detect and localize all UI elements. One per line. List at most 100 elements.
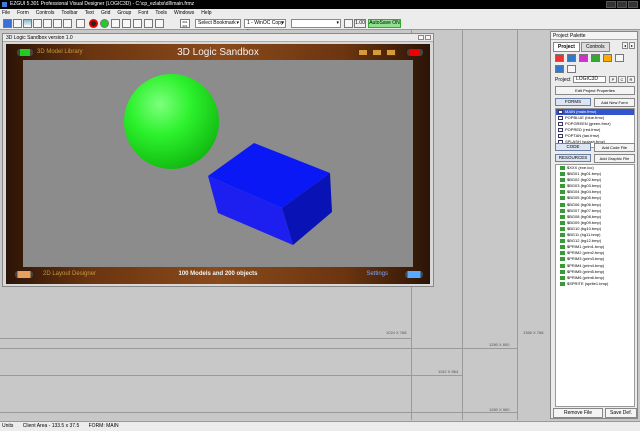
c-button[interactable]: C	[618, 76, 626, 83]
forms-list: MAIN (main.frmz) POPBLUE (blue.frmz) POP…	[555, 108, 635, 148]
new-project-icon[interactable]	[555, 54, 564, 62]
align-icon[interactable]	[63, 19, 72, 28]
menu-tools[interactable]: Tools	[155, 9, 167, 17]
window-title: EZGUI 5.301 Professional Visual Designer…	[10, 1, 195, 7]
minimize-button[interactable]	[606, 1, 616, 8]
bookmark-select[interactable]: Select Bookmark ▾	[195, 19, 241, 28]
save-icon[interactable]	[3, 19, 12, 28]
maximize-button[interactable]	[617, 1, 627, 8]
bitmap-icon	[560, 220, 565, 225]
properties-icon[interactable]	[155, 19, 164, 28]
code-icon[interactable]	[567, 65, 576, 73]
tab-project[interactable]: Project	[553, 42, 580, 52]
p-button[interactable]: P	[609, 76, 617, 83]
save-def-button[interactable]: Save Def.	[605, 408, 637, 418]
code-header[interactable]: CODE	[555, 143, 591, 151]
menu-controls[interactable]: Controls	[36, 9, 55, 17]
add-new-form-button[interactable]: Add New Form	[594, 98, 635, 107]
chevron-down-icon: ▾	[336, 20, 339, 26]
bitmap-icon	[560, 239, 565, 244]
menu-toolbar[interactable]: Toolbar	[61, 9, 77, 17]
images-icon[interactable]	[555, 65, 564, 73]
bitmap-icon	[560, 184, 565, 189]
project-name-field[interactable]: LOGIC3D	[573, 76, 606, 83]
add-code-file-button[interactable]: Add Code File	[594, 143, 635, 152]
save-project-icon[interactable]	[579, 54, 588, 62]
form-icon[interactable]	[33, 19, 42, 28]
minus-button[interactable]	[358, 49, 368, 56]
stretch-icon[interactable]	[76, 19, 85, 28]
font-icon[interactable]	[133, 19, 142, 28]
grid-icon[interactable]	[43, 19, 52, 28]
close-small-button[interactable]	[386, 49, 396, 56]
bitmap-icon	[560, 269, 565, 274]
play-icon[interactable]	[100, 19, 109, 28]
run-icon[interactable]	[603, 54, 612, 62]
resolution-label: 1280 X 800	[489, 342, 510, 347]
export-icon[interactable]	[615, 54, 624, 62]
window-style-select[interactable]: 1 - WinOC Copy - ▾	[244, 19, 286, 33]
zoom-icon[interactable]	[344, 19, 353, 28]
menu-group[interactable]: Group	[117, 9, 131, 17]
form-bottom-bar: 2D Layout Designer 100 Models and 200 ob…	[10, 268, 426, 282]
red-led-icon[interactable]	[407, 49, 423, 56]
autosave-button[interactable]: AutoSave ON	[368, 19, 401, 28]
form-minimize-button[interactable]	[418, 35, 424, 40]
form-close-button[interactable]	[425, 35, 431, 40]
menu-font[interactable]: Font	[138, 9, 148, 17]
guide-line	[0, 375, 462, 376]
close-button[interactable]	[628, 1, 638, 8]
form-canvas[interactable]: 3D Model Library 3D Logic Sandbox 2D Lay…	[6, 44, 430, 284]
blue-cube[interactable]	[204, 140, 336, 250]
menu-windows[interactable]: Windows	[174, 9, 194, 17]
open-folder-icon[interactable]	[13, 19, 22, 28]
menu-form[interactable]: Form	[17, 9, 29, 17]
form-window[interactable]: 3D Logic Sandbox version 1.0 3D Model Li…	[2, 33, 434, 287]
palette-tabs: Project Controls	[553, 42, 610, 52]
resources-header[interactable]: RESOURCES	[555, 154, 591, 162]
guide-line	[0, 412, 517, 413]
form-window-titlebar[interactable]: 3D Logic Sandbox version 1.0	[3, 34, 433, 42]
image-icon[interactable]	[23, 19, 32, 28]
form-file-icon	[558, 110, 563, 114]
menu-text[interactable]: Text	[85, 9, 94, 17]
record-icon[interactable]	[89, 19, 98, 28]
window-icon[interactable]	[53, 19, 62, 28]
bitmap-icon	[560, 257, 565, 262]
form-window-title: 3D Logic Sandbox version 1.0	[6, 35, 73, 41]
layout-icon[interactable]	[111, 19, 120, 28]
bitmap-icon	[560, 275, 565, 280]
color-icon[interactable]	[144, 19, 153, 28]
r-button[interactable]: R	[627, 76, 635, 83]
title-bar: EZGUI 5.301 Professional Visual Designer…	[0, 0, 640, 9]
bitmap-icon	[560, 226, 565, 231]
chevron-right-icon[interactable]: ▸	[629, 42, 635, 49]
counter-display: 001 001	[180, 19, 190, 28]
menu-file[interactable]: File	[2, 9, 10, 17]
chevron-left-icon[interactable]: ◂	[622, 42, 628, 49]
tab-controls[interactable]: Controls	[580, 42, 610, 52]
build-icon[interactable]	[591, 54, 600, 62]
menu-grid[interactable]: Grid	[101, 9, 110, 17]
add-graphic-file-button[interactable]: Add Graphic File	[594, 154, 635, 163]
tab-order-icon[interactable]	[122, 19, 131, 28]
settings-label[interactable]: Settings	[366, 271, 388, 277]
3d-viewport[interactable]	[23, 60, 413, 267]
counter-bottom: 001	[182, 24, 188, 28]
chevron-down-icon: ▾	[236, 20, 239, 26]
status-client-area: Client Area - 133.5 x 37.5	[22, 423, 80, 429]
resource-item[interactable]: $SPRITE (sprite1.bmp)	[556, 281, 634, 287]
resolution-label: 1366 X 768	[523, 330, 544, 335]
open-project-icon[interactable]	[567, 54, 576, 62]
remove-file-button[interactable]: Remove File	[553, 408, 603, 418]
blue-led-icon[interactable]	[405, 271, 423, 278]
square-button[interactable]	[372, 49, 382, 56]
form-file-icon	[558, 134, 563, 138]
edit-project-properties-button[interactable]: Edit Project Properties	[555, 86, 635, 95]
status-units: Units	[2, 423, 14, 429]
generic-select[interactable]: ▾	[291, 19, 341, 28]
forms-header[interactable]: FORMS	[555, 98, 591, 106]
form-top-bar: 3D Model Library 3D Logic Sandbox	[10, 46, 426, 59]
resolution-label: 1152 X 864	[438, 369, 459, 374]
menu-help[interactable]: Help	[201, 9, 211, 17]
